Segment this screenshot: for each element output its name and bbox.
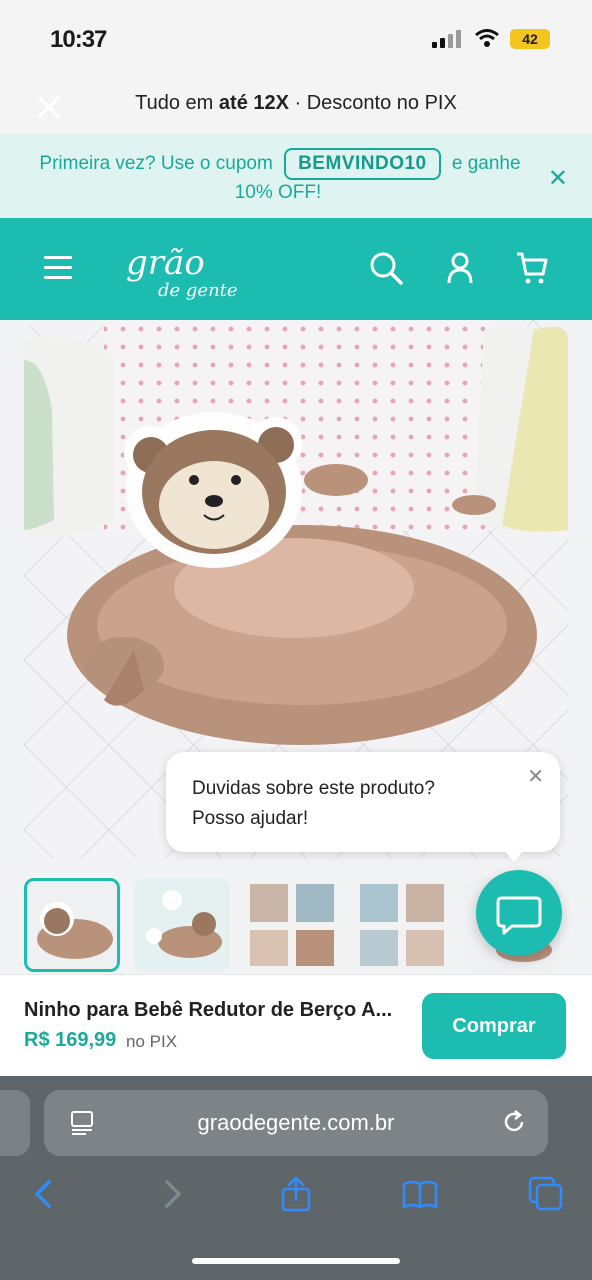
close-coupon-icon[interactable]: ✕ <box>548 164 568 193</box>
product-name: Ninho para Bebê Redutor de Berço A... <box>24 999 393 1021</box>
thumbnail-2[interactable] <box>134 878 230 972</box>
signal-icon <box>432 30 461 48</box>
close-chat-icon[interactable]: ✕ <box>527 764 544 789</box>
tabs-icon[interactable] <box>528 1176 564 1212</box>
buy-button[interactable]: Comprar <box>422 993 566 1059</box>
cart-icon[interactable] <box>514 250 550 286</box>
buy-bar: Ninho para Bebê Redutor de Berço A... R$… <box>0 974 592 1076</box>
reload-icon[interactable] <box>500 1108 528 1136</box>
svg-text:grão: grão <box>126 243 205 283</box>
chat-message: Duvidas sobre este produto? Posso ajudar… <box>192 778 435 829</box>
coupon-code[interactable]: BEMVINDO10 <box>284 148 441 180</box>
thumbnail-4[interactable] <box>354 878 450 972</box>
coupon-banner: Primeira vez? Use o cupom BEMVINDO10 e g… <box>0 134 592 218</box>
menu-icon[interactable] <box>44 256 72 280</box>
promo-text: Tudo em até 12X · Desconto no PIX <box>135 92 457 114</box>
coupon-prefix: Primeira vez? Use o cupom <box>39 153 273 174</box>
coupon-suffix: e ganhe <box>451 153 521 174</box>
home-indicator[interactable] <box>192 1258 400 1264</box>
url-text: graodegente.com.br <box>197 1110 395 1135</box>
address-bar[interactable]: graodegente.com.br <box>44 1090 548 1156</box>
price-suffix: no PIX <box>126 1032 178 1051</box>
thumbnail-1[interactable] <box>24 878 120 972</box>
coupon-discount: 10% OFF! <box>234 182 322 203</box>
share-icon[interactable] <box>278 1176 314 1212</box>
clock: 10:37 <box>50 26 107 53</box>
search-icon[interactable] <box>368 250 404 286</box>
product-price: R$ 169,99 <box>24 1029 117 1051</box>
site-header: grão de gente <box>0 218 592 320</box>
browser-toolbar: graodegente.com.br <box>0 1076 592 1280</box>
status-bar: 10:37 42 <box>0 0 592 80</box>
logo[interactable]: grão de gente <box>124 240 246 300</box>
battery-icon: 42 <box>510 29 550 49</box>
forward-icon[interactable] <box>154 1176 190 1212</box>
promo-bar: Tudo em até 12X · Desconto no PIX <box>0 80 592 134</box>
thumbnail-3[interactable] <box>244 878 340 972</box>
chat-icon <box>496 896 542 935</box>
user-icon[interactable] <box>442 250 478 286</box>
chat-bubble[interactable]: Duvidas sobre este produto? Posso ajudar… <box>166 752 560 862</box>
wifi-icon <box>475 29 499 47</box>
svg-text:de gente: de gente <box>158 280 238 300</box>
bookmarks-icon[interactable] <box>402 1176 438 1212</box>
chat-button[interactable] <box>476 870 562 956</box>
back-icon[interactable] <box>26 1176 62 1212</box>
previous-tab[interactable] <box>0 1090 30 1156</box>
